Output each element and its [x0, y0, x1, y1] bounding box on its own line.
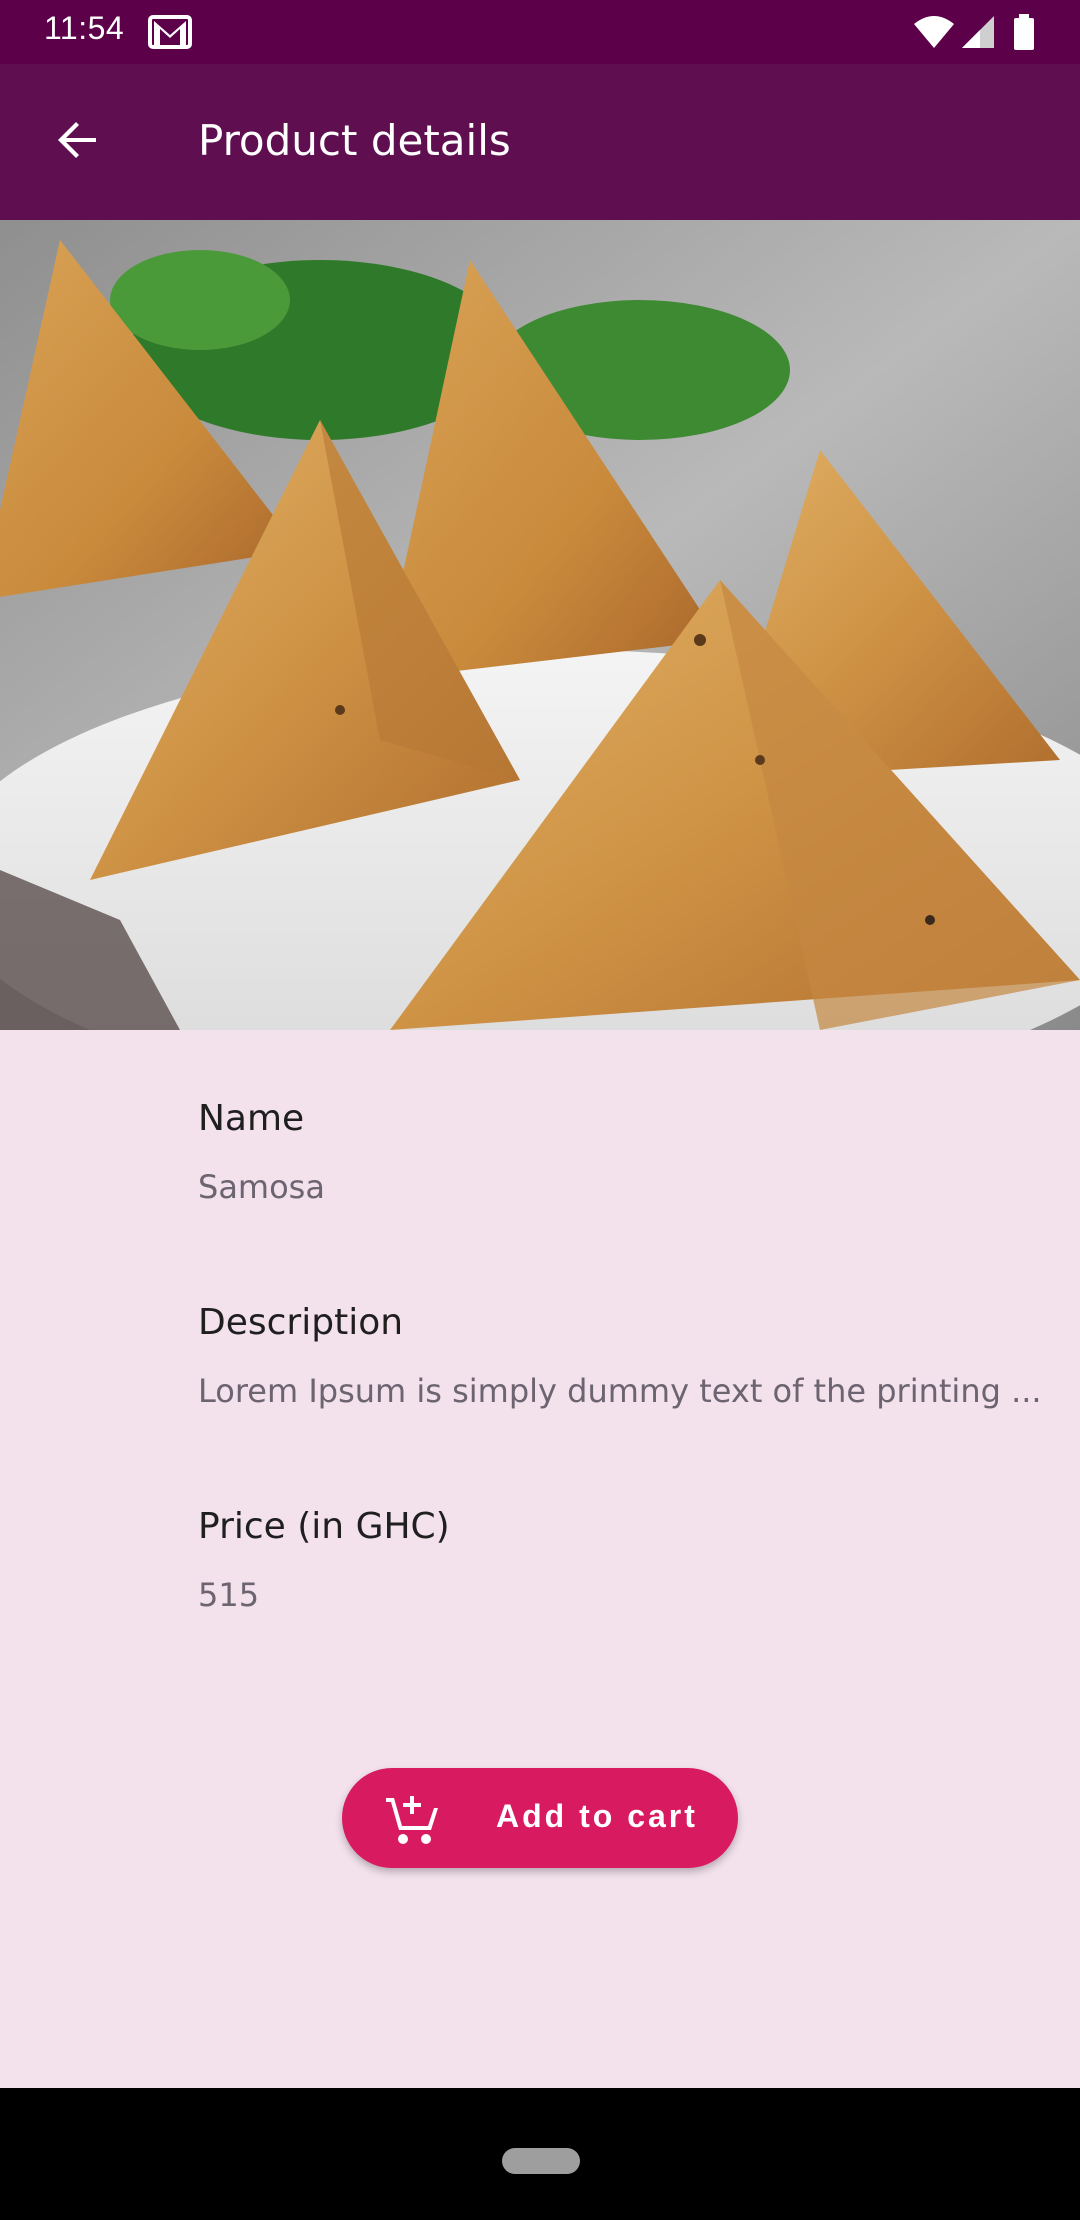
battery-icon — [1012, 14, 1036, 56]
price-label: Price (in GHC) — [198, 1506, 450, 1547]
add-shopping-cart-icon — [384, 1792, 440, 1852]
name-value: Samosa — [198, 1168, 325, 1206]
status-bar: 11:54 — [0, 0, 1080, 64]
product-image — [0, 220, 1080, 1030]
arrow-back-icon — [54, 116, 102, 168]
description-value: Lorem Ipsum is simply dummy text of the … — [198, 1372, 1042, 1410]
wifi-icon — [912, 14, 956, 54]
price-value: 515 — [198, 1576, 260, 1614]
app-bar: Product details — [0, 64, 1080, 220]
back-button[interactable] — [40, 104, 116, 180]
signal-icon — [960, 14, 996, 54]
page-title: Product details — [198, 116, 511, 165]
status-time: 11:54 — [44, 10, 125, 46]
gmail-icon — [148, 15, 192, 53]
add-to-cart-label: Add to cart — [496, 1798, 698, 1834]
name-label: Name — [198, 1098, 305, 1139]
home-handle[interactable] — [502, 2148, 580, 2174]
navigation-bar — [0, 2088, 1080, 2220]
description-label: Description — [198, 1302, 404, 1343]
add-to-cart-button[interactable]: Add to cart — [342, 1768, 738, 1868]
